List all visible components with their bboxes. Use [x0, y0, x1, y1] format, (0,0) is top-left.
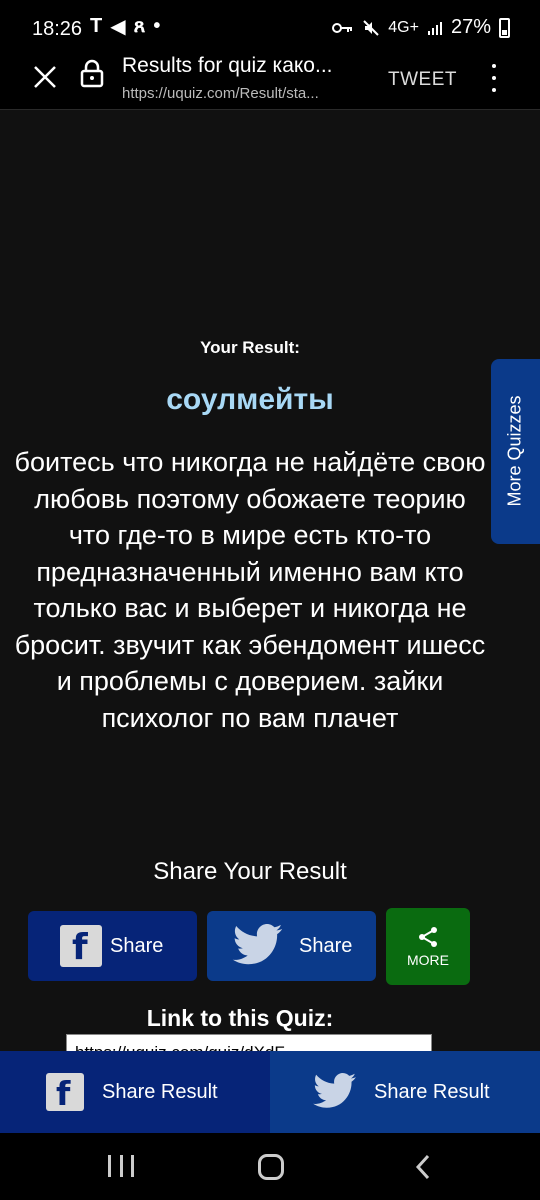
facebook-icon: f: [46, 1073, 84, 1113]
more-notifications-dot-icon: •: [153, 15, 161, 37]
telegram-icon: ◀: [110, 16, 126, 38]
lock-icon: [80, 59, 104, 88]
page-url: https://uquiz.com/Result/sta...: [122, 85, 319, 102]
result-title: соулмейты: [166, 383, 334, 416]
result-description: боитесь что никогда не найдёте свою любо…: [14, 447, 486, 733]
more-share-label: MORE: [407, 951, 449, 968]
share-icon: [419, 926, 437, 947]
overflow-menu-icon[interactable]: [484, 64, 504, 92]
battery-icon: [499, 17, 510, 38]
battery-percentage: 27%: [450, 16, 491, 38]
link-heading: Link to this Quiz:: [146, 1005, 334, 1031]
notification-icons: T ◀ ጸ •: [90, 14, 160, 39]
mute-icon: [363, 19, 379, 36]
app-notification-icon: ጸ: [133, 15, 146, 37]
share-heading: Share Your Result: [153, 858, 347, 885]
close-icon[interactable]: [30, 62, 60, 92]
vpn-key-icon: [332, 22, 353, 33]
more-share-button[interactable]: MORE: [386, 908, 470, 985]
sticky-facebook-label: Share Result: [102, 1080, 218, 1103]
twitter-bird-icon: [232, 924, 283, 965]
twitter-share-label: Share: [299, 934, 353, 957]
browser-toolbar: Results for quiz како... https://uquiz.c…: [0, 54, 540, 110]
status-bar: 18:26 T ◀ ጸ • 4G+ 27%: [0, 0, 540, 56]
network-type: 4G+: [388, 18, 419, 36]
facebook-icon: f: [60, 925, 102, 968]
navigation-bar: [0, 1133, 540, 1200]
status-time: 18:26: [32, 18, 83, 40]
system-status-icons: 4G+ 27%: [332, 16, 510, 39]
facebook-share-label: Share: [110, 934, 164, 957]
signal-icon: [427, 21, 442, 35]
sticky-share-bar: f Share Result Share Result: [0, 1051, 540, 1133]
twitter-bird-icon: [313, 1073, 356, 1108]
facebook-share-button[interactable]: f Share: [28, 911, 197, 981]
your-result-label: Your Result:: [200, 338, 300, 357]
recents-icon[interactable]: [108, 1155, 134, 1177]
more-quizzes-tab[interactable]: More Quizzes: [491, 359, 540, 544]
back-icon[interactable]: [414, 1153, 432, 1181]
sticky-twitter-share-button[interactable]: Share Result: [270, 1051, 540, 1133]
more-quizzes-label: More Quizzes: [504, 395, 525, 507]
notification-icon-t: T: [90, 15, 103, 37]
sticky-twitter-label: Share Result: [374, 1080, 490, 1103]
twitter-share-button[interactable]: Share: [207, 911, 376, 981]
page-title: Results for quiz како...: [122, 54, 333, 77]
home-icon[interactable]: [258, 1154, 284, 1180]
tweet-button[interactable]: TWEET: [388, 69, 457, 91]
sticky-facebook-share-button[interactable]: f Share Result: [0, 1051, 270, 1133]
